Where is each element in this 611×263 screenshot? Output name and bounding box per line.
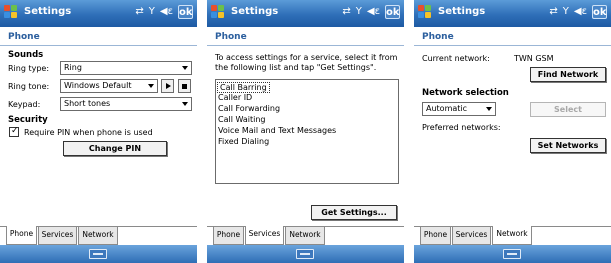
tab-services[interactable]: Services <box>452 227 491 245</box>
get-settings-button[interactable]: Get Settings... <box>311 205 397 220</box>
app-title: Settings <box>438 6 486 17</box>
connectivity-icon[interactable]: ⇄ <box>549 5 557 19</box>
page-title: Phone <box>8 32 40 42</box>
tab-strip: Phone Services Network <box>414 226 611 245</box>
windows-start-icon[interactable] <box>4 5 19 20</box>
tab-strip: Phone Services Network <box>0 226 197 245</box>
divider <box>0 45 197 46</box>
security-heading: Security <box>8 115 48 125</box>
checkmark-icon: ✓ <box>11 126 19 136</box>
menu-bar <box>207 245 404 263</box>
menu-bar <box>414 245 611 263</box>
ring-type-dropdown[interactable]: Ring <box>60 61 192 75</box>
require-pin-checkbox[interactable]: ✓ <box>9 126 19 137</box>
signal-icon[interactable]: Y <box>563 5 569 19</box>
menu-bar <box>0 245 197 263</box>
speaker-icon[interactable]: ◀ε <box>160 5 173 19</box>
list-item[interactable]: Call Waiting <box>218 115 266 124</box>
signal-icon[interactable]: Y <box>149 5 155 19</box>
ring-type-value: Ring <box>64 63 82 72</box>
tab-network[interactable]: Network <box>285 227 325 245</box>
current-network-label: Current network: <box>422 54 490 63</box>
ok-button[interactable]: ok <box>178 5 193 19</box>
find-network-button[interactable]: Find Network <box>530 67 606 82</box>
select-button[interactable]: Select <box>530 102 606 117</box>
network-selection-value: Automatic <box>426 104 468 113</box>
tab-services[interactable]: Services <box>38 227 77 245</box>
play-icon <box>166 83 171 89</box>
keypad-label: Keypad: <box>8 100 41 109</box>
tab-phone[interactable]: Phone <box>213 227 244 245</box>
keypad-value: Short tones <box>64 99 111 108</box>
tab-network[interactable]: Network <box>492 226 532 245</box>
instructions-line-1: To access settings for a service, select… <box>215 53 398 62</box>
title-bar: Settings ⇄ Y ◀ε ok <box>0 0 197 27</box>
speaker-icon[interactable]: ◀ε <box>367 5 380 19</box>
ring-tone-value: Windows Default <box>64 81 132 90</box>
ok-button[interactable]: ok <box>592 5 607 19</box>
phone-screen-phone-tab: Settings ⇄ Y ◀ε ok Phone Sounds Ring typ… <box>0 0 197 263</box>
ring-type-label: Ring type: <box>8 64 50 73</box>
app-title: Settings <box>231 6 279 17</box>
page-title: Phone <box>422 32 454 42</box>
speaker-icon[interactable]: ◀ε <box>574 5 587 19</box>
divider <box>207 45 404 46</box>
tab-strip: Phone Services Network <box>207 226 404 245</box>
connectivity-icon[interactable]: ⇄ <box>135 5 143 19</box>
list-item[interactable]: Voice Mail and Text Messages <box>218 126 336 135</box>
stop-icon <box>182 84 187 89</box>
signal-icon[interactable]: Y <box>356 5 362 19</box>
title-bar: Settings ⇄ Y ◀ε ok <box>414 0 611 27</box>
require-pin-label: Require PIN when phone is used <box>24 128 153 137</box>
current-network-value: TWN GSM <box>514 54 554 63</box>
keyboard-icon[interactable] <box>296 249 314 259</box>
keyboard-icon[interactable] <box>503 249 521 259</box>
phone-screen-network-tab: Settings ⇄ Y ◀ε ok Phone Current network… <box>414 0 611 263</box>
sounds-heading: Sounds <box>8 50 44 60</box>
services-list[interactable]: Call Barring Caller ID Call Forwarding C… <box>215 79 399 184</box>
connectivity-icon[interactable]: ⇄ <box>342 5 350 19</box>
chevron-down-icon <box>182 102 188 106</box>
ring-tone-label: Ring tone: <box>8 82 50 91</box>
windows-start-icon[interactable] <box>211 5 226 20</box>
keyboard-icon[interactable] <box>89 249 107 259</box>
chevron-down-icon <box>182 66 188 70</box>
ring-tone-dropdown[interactable]: Windows Default <box>60 79 158 93</box>
stop-button[interactable] <box>178 79 191 93</box>
list-item[interactable]: Call Forwarding <box>218 104 280 113</box>
tab-phone[interactable]: Phone <box>420 227 451 245</box>
tab-phone[interactable]: Phone <box>6 226 37 245</box>
app-title: Settings <box>24 6 72 17</box>
ok-button[interactable]: ok <box>385 5 400 19</box>
title-bar: Settings ⇄ Y ◀ε ok <box>207 0 404 27</box>
list-item[interactable]: Caller ID <box>218 93 252 102</box>
chevron-down-icon <box>148 84 154 88</box>
page-title: Phone <box>215 32 247 42</box>
set-networks-button[interactable]: Set Networks <box>530 138 606 153</box>
tab-services[interactable]: Services <box>245 226 284 245</box>
preferred-networks-label: Preferred networks: <box>422 123 501 132</box>
keypad-dropdown[interactable]: Short tones <box>60 97 192 111</box>
phone-screen-services-tab: Settings ⇄ Y ◀ε ok Phone To access setti… <box>207 0 404 263</box>
network-selection-dropdown[interactable]: Automatic <box>422 102 496 116</box>
windows-start-icon[interactable] <box>418 5 433 20</box>
chevron-down-icon <box>486 107 492 111</box>
network-selection-heading: Network selection <box>422 88 509 98</box>
list-item[interactable]: Fixed Dialing <box>218 137 269 146</box>
change-pin-button[interactable]: Change PIN <box>63 141 167 156</box>
list-item[interactable]: Call Barring <box>217 82 270 93</box>
tab-network[interactable]: Network <box>78 227 118 245</box>
instructions-line-2: the following list and tap "Get Settings… <box>215 63 377 72</box>
divider <box>414 45 611 46</box>
play-button[interactable] <box>161 79 174 93</box>
